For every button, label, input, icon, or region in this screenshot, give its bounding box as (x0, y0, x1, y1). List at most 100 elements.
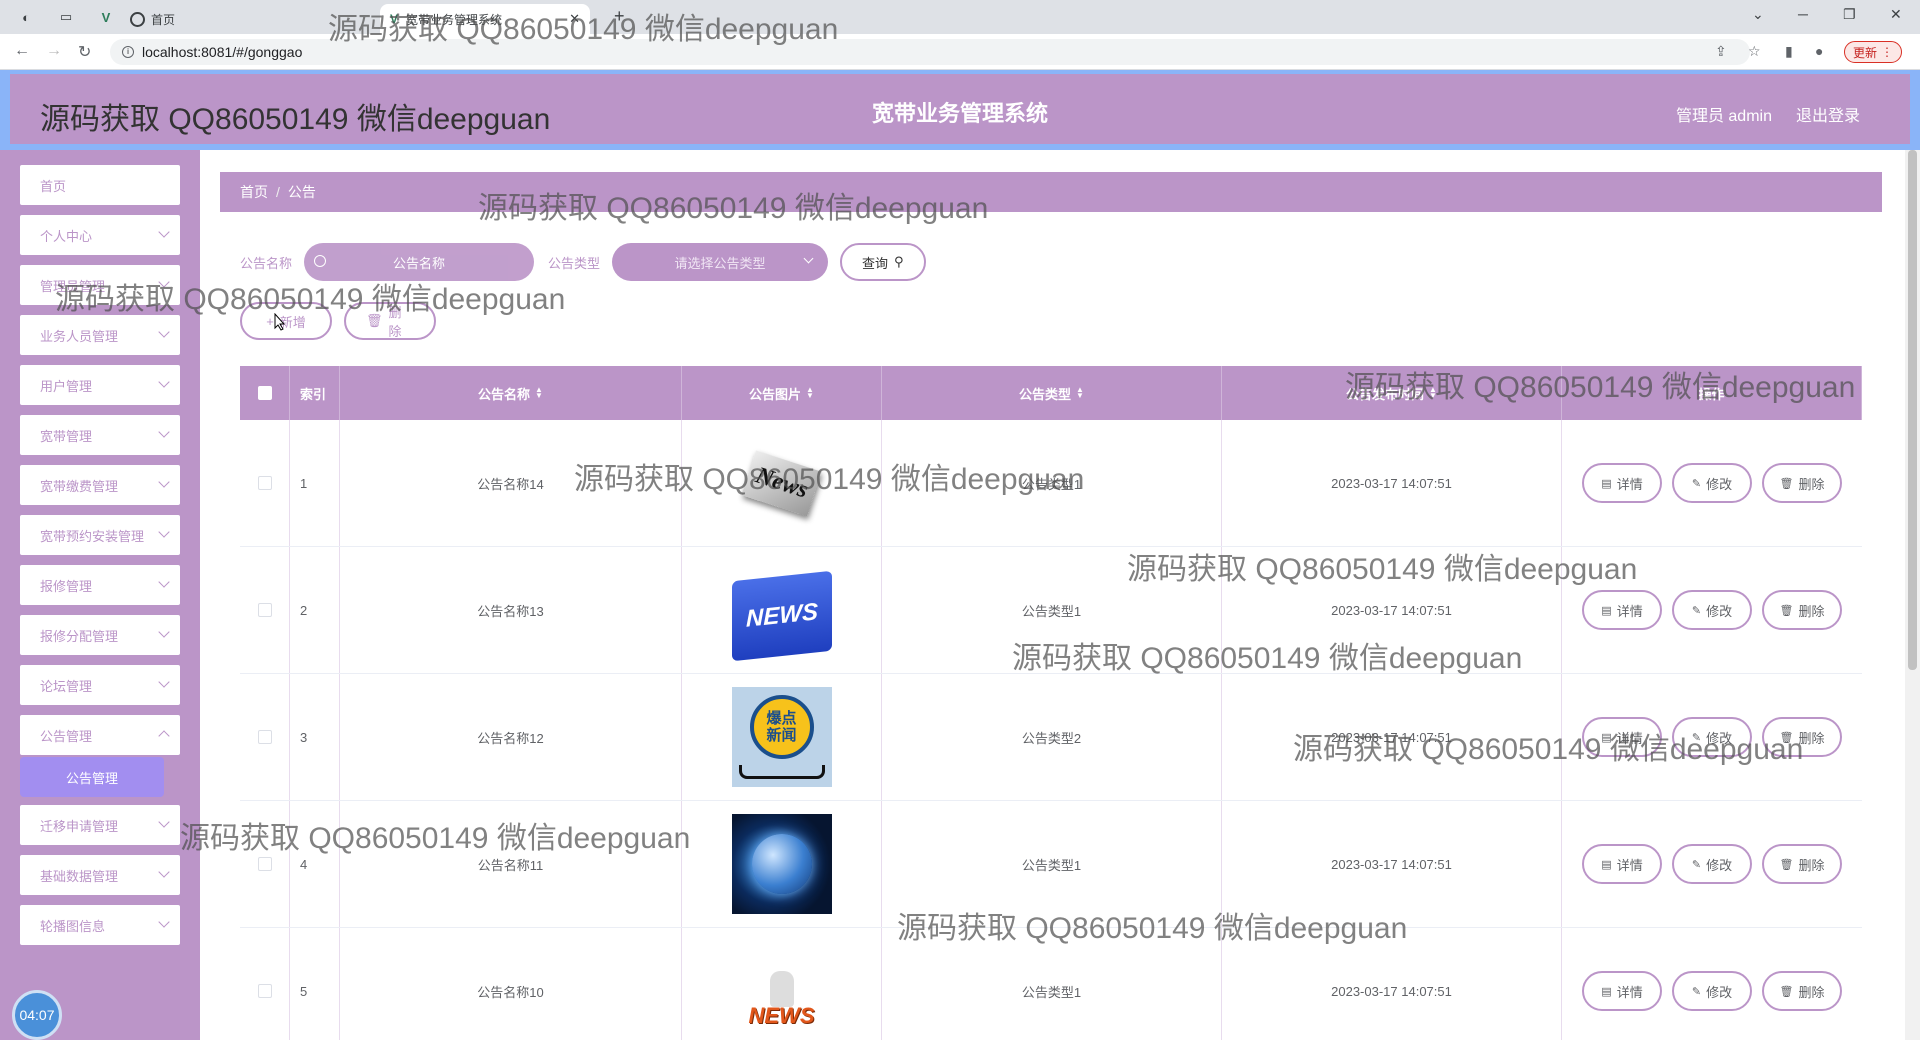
edit-button[interactable]: ✎ 修改 (1672, 590, 1752, 630)
detail-button[interactable]: ▤ 详情 (1582, 971, 1662, 1011)
delete-button[interactable]: 🗑 删除 (1762, 463, 1842, 503)
sidebar-item-repair-assign[interactable]: 报修分配管理 (20, 615, 180, 655)
sidebar-item-label: 基础数据管理 (40, 868, 119, 884)
row-actions: ▤ 详情 ✎ 修改 🗑 删除 (1582, 971, 1842, 1011)
sidebar-item-payment[interactable]: 宽带缴费管理 (20, 465, 180, 505)
header-time-label: 公告发布时间 (1346, 386, 1425, 402)
sort-icon[interactable]: ▲ ▼ (806, 386, 814, 400)
sidebar-item-admin[interactable]: 管理员管理 (20, 265, 180, 305)
vue-tab-icon[interactable]: V (96, 6, 116, 28)
row-checkbox[interactable] (257, 984, 272, 998)
sidebar-item-home[interactable]: 首页 (20, 165, 180, 205)
sort-icon[interactable]: ▲ ▼ (1429, 386, 1437, 400)
edit-label: 修改 (1706, 984, 1733, 1000)
row-checkbox[interactable] (257, 603, 272, 617)
delete-label: 删除 (1798, 730, 1825, 746)
delete-button[interactable]: 🗑 删除 (1762, 590, 1842, 630)
row-checkbox[interactable] (257, 857, 272, 871)
close-window-icon[interactable]: ✕ (1890, 6, 1902, 23)
sidebar-item-personal[interactable]: 个人中心 (20, 215, 180, 255)
sidebar-item-carousel[interactable]: 轮播图信息 (20, 905, 180, 945)
sidepanel-icon[interactable]: ▮ (1785, 43, 1793, 60)
sort-icon[interactable]: ▲ ▼ (535, 386, 543, 400)
page-scrollbar[interactable] (1905, 150, 1920, 1040)
query-button[interactable]: 查询 ⚲ (840, 243, 926, 281)
minimize-icon[interactable]: ─ (1798, 6, 1808, 22)
header-name[interactable]: 公告名称 ▲ ▼ (340, 366, 682, 420)
sidebar-item-label: 公告管理 (40, 728, 93, 744)
sidebar-subitem-notice[interactable]: 公告管理 (20, 757, 164, 797)
tab-search-icon[interactable]: ⌄ (1752, 6, 1764, 23)
detail-button[interactable]: ▤ 详情 (1582, 717, 1662, 757)
browser-tab-active[interactable]: V 宽带业务管理系统 ✕ (380, 4, 590, 34)
detail-button[interactable]: ▤ 详情 (1582, 463, 1662, 503)
close-tab-icon[interactable]: ✕ (569, 11, 580, 27)
trash-icon: 🗑 (1779, 858, 1794, 871)
sidebar-item-label: 个人中心 (40, 228, 93, 244)
new-tab-icon[interactable]: + (614, 6, 625, 27)
restore-icon[interactable]: ❐ (1843, 6, 1856, 23)
sidebar-item-label: 管理员管理 (40, 278, 106, 294)
row-actions: ▤ 详情 ✎ 修改 🗑 删除 (1582, 717, 1842, 757)
url-field[interactable]: i localhost:8081/#/gonggao (110, 39, 1750, 65)
globe-icon (130, 11, 145, 27)
edit-label: 修改 (1706, 603, 1733, 619)
sidebar-item-users[interactable]: 用户管理 (20, 365, 180, 405)
share-icon[interactable]: ⇪ (1715, 43, 1727, 60)
chevron-down-icon (158, 916, 170, 928)
bookmark-star-icon[interactable]: ☆ (1748, 43, 1761, 60)
scrollbar-thumb[interactable] (1908, 150, 1917, 670)
address-bar: ← → ↻ i localhost:8081/#/gonggao ⇪ ☆ ▮ ●… (0, 34, 1920, 70)
clock-badge[interactable]: 04:07 (12, 990, 62, 1040)
edit-button[interactable]: ✎ 修改 (1672, 971, 1752, 1011)
edit-button[interactable]: ✎ 修改 (1672, 844, 1752, 884)
info-icon[interactable]: i (122, 46, 134, 58)
update-button[interactable]: 更新 ⋮ (1844, 41, 1903, 63)
batch-delete-button[interactable]: 🗑 删除 (344, 302, 436, 340)
plus-icon: + (266, 313, 274, 329)
cell-ops: ▤ 详情 ✎ 修改 🗑 删除 (1562, 801, 1862, 927)
trash-icon: 🗑 (1779, 985, 1794, 998)
edit-button[interactable]: ✎ 修改 (1672, 717, 1752, 757)
header-time[interactable]: 公告发布时间 ▲ ▼ (1222, 366, 1562, 420)
delete-button[interactable]: 🗑 删除 (1762, 717, 1842, 757)
sidebar-item-migration[interactable]: 迁移申请管理 (20, 805, 180, 845)
edit-button[interactable]: ✎ 修改 (1672, 463, 1752, 503)
sidebar-item-forum[interactable]: 论坛管理 (20, 665, 180, 705)
notice-type-select[interactable]: 请选择公告类型 (612, 243, 829, 281)
row-checkbox[interactable] (257, 730, 272, 744)
sidebar-item-broadband[interactable]: 宽带管理 (20, 415, 180, 455)
back-icon[interactable]: ← (14, 42, 30, 60)
news-blue-picture: NEWS (731, 570, 832, 662)
sort-icon[interactable]: ▲ ▼ (1076, 386, 1084, 400)
delete-button[interactable]: 🗑 删除 (1762, 844, 1842, 884)
query-label: 查询 (862, 255, 889, 271)
add-button[interactable]: + 新增 (240, 302, 332, 340)
cell-name: 公告名称11 (340, 801, 682, 927)
detail-button[interactable]: ▤ 详情 (1582, 844, 1662, 884)
detail-button[interactable]: ▤ 详情 (1582, 590, 1662, 630)
sidebar-item-install[interactable]: 宽带预约安装管理 (20, 515, 180, 555)
forward-icon[interactable]: → (46, 42, 62, 60)
cell-ops: ▤ 详情 ✎ 修改 🗑 删除 (1562, 420, 1862, 546)
sidebar-item-repair[interactable]: 报修管理 (20, 565, 180, 605)
browser-tab-home[interactable]: 首页 (130, 4, 330, 34)
reload-icon[interactable]: ↻ (78, 42, 91, 62)
profile-icon[interactable]: ● (1815, 43, 1823, 59)
sidebar-item-basedata[interactable]: 基础数据管理 (20, 855, 180, 895)
select-all-checkbox[interactable] (257, 386, 272, 400)
header-pic[interactable]: 公告图片 ▲ ▼ (682, 366, 882, 420)
sidebar-item-staff[interactable]: 业务人员管理 (20, 315, 180, 355)
document-icon: ▤ (1601, 985, 1612, 998)
logout-link[interactable]: 退出登录 (1796, 102, 1860, 126)
breadcrumb-home[interactable]: 首页 (240, 182, 268, 202)
delete-button[interactable]: 🗑 删除 (1762, 971, 1842, 1011)
browser-tab-icon[interactable]: ▭ (56, 6, 76, 28)
chevron-down-icon (158, 326, 170, 338)
notice-name-input[interactable]: 公告名称 (304, 243, 535, 281)
sidebar-item-notice[interactable]: 公告管理 (20, 715, 180, 755)
sidebar-item-label: 报修管理 (40, 578, 93, 594)
header-type[interactable]: 公告类型 ▲ ▼ (882, 366, 1222, 420)
row-checkbox[interactable] (257, 476, 272, 490)
browser-tab-icon[interactable]: ◐ (16, 6, 36, 28)
